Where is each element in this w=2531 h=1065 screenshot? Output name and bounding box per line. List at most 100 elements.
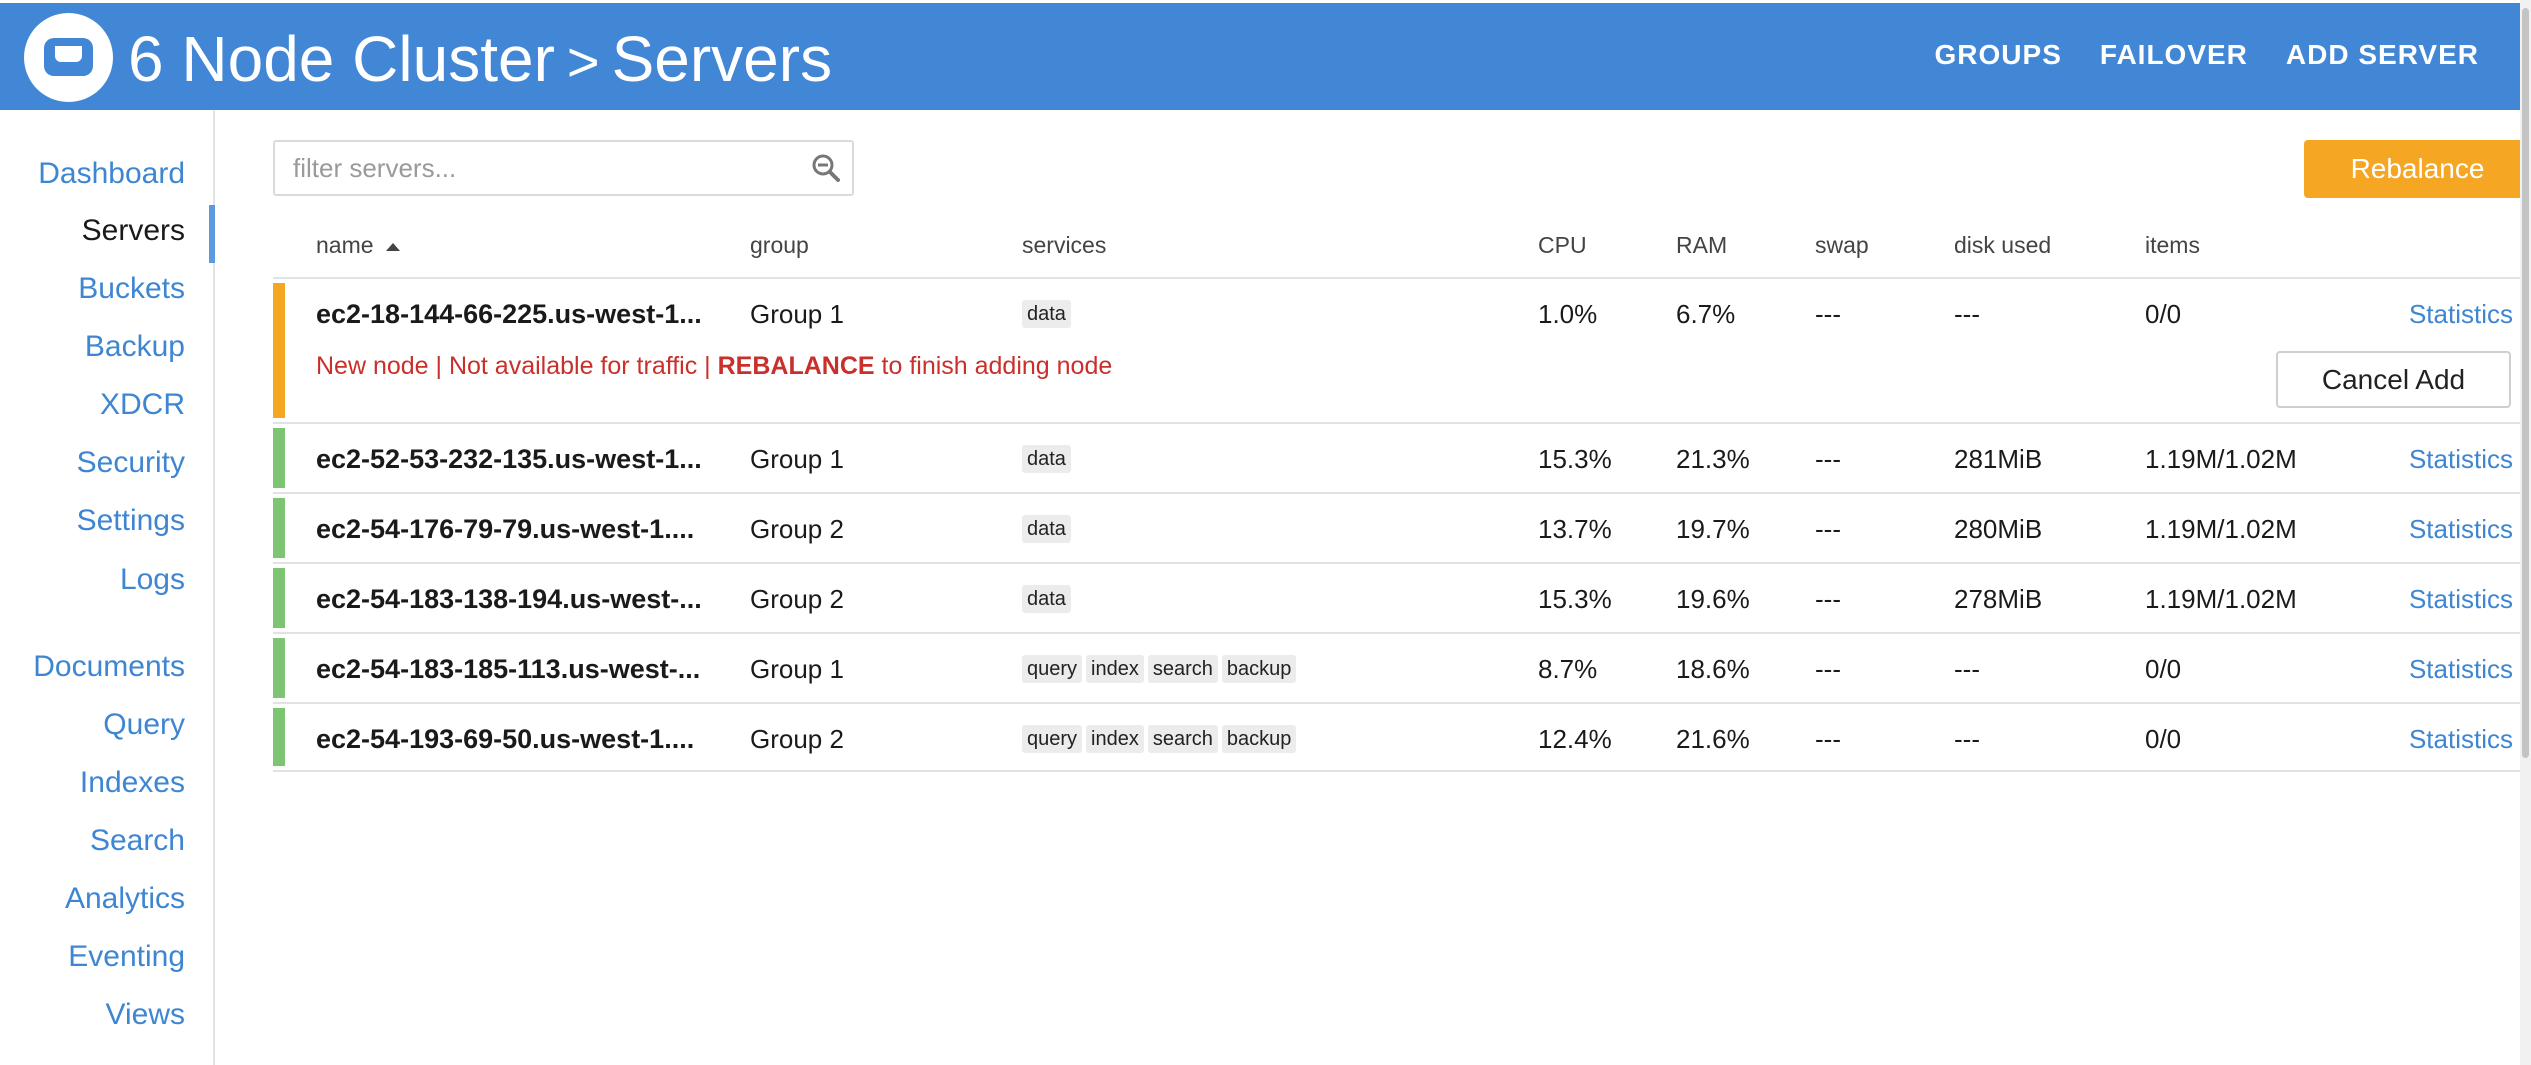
server-ram: 19.7%: [1676, 514, 1750, 544]
server-cpu: 1.0%: [1538, 299, 1598, 329]
sidebar-item-backup[interactable]: Backup: [85, 327, 185, 367]
server-row[interactable]: ec2-54-183-185-113.us-west-... Group 1 que…: [273, 632, 2531, 702]
groups-link[interactable]: GROUPS: [1935, 39, 2062, 71]
servers-table: ec2-18-144-66-225.us-west-1... Group 1 dat…: [273, 277, 2531, 772]
server-swap: ---: [1815, 654, 1841, 684]
sidebar-item-analytics[interactable]: Analytics: [65, 879, 185, 919]
server-ram: 19.6%: [1676, 584, 1750, 614]
node-status-bar: [273, 638, 285, 698]
server-items: 0/0: [2145, 654, 2182, 684]
statistics-link[interactable]: Statistics: [2409, 564, 2513, 634]
warning-text: New node | Not available for traffic |: [316, 352, 718, 380]
top-header: 6 Node Cluster > Servers GROUPS FAILOVER A…: [0, 3, 2531, 110]
service-badge: search: [1147, 655, 1218, 683]
search-icon[interactable]: [810, 152, 842, 189]
server-name[interactable]: ec2-54-183-138-194.us-west-...: [316, 564, 702, 634]
server-row[interactable]: ec2-54-193-69-50.us-west-1.... Group 2 que…: [273, 702, 2531, 772]
warning-rebalance-keyword: REBALANCE: [717, 352, 875, 380]
server-services: data: [1022, 279, 1071, 349]
server-items: 0/0: [2145, 299, 2182, 329]
service-badge: index: [1086, 725, 1144, 753]
server-swap: ---: [1815, 444, 1841, 474]
server-cpu: 8.7%: [1538, 654, 1598, 684]
server-items: 1.19M/1.02M: [2145, 444, 2297, 474]
server-name[interactable]: ec2-18-144-66-225.us-west-1...: [316, 279, 702, 349]
pending-node-warning: New node | Not available for traffic | R…: [316, 352, 1112, 381]
server-services: query index search backup: [1022, 704, 1297, 774]
statistics-link[interactable]: Statistics: [2409, 704, 2513, 774]
couchbase-logo-icon[interactable]: [24, 13, 113, 102]
breadcrumb-separator: >: [566, 30, 600, 93]
server-ram: 18.6%: [1676, 654, 1750, 684]
service-badge: data: [1022, 300, 1071, 328]
service-badge: data: [1022, 585, 1071, 613]
sidebar-item-dashboard[interactable]: Dashboard: [38, 154, 185, 194]
server-row[interactable]: ec2-54-183-138-194.us-west-... Group 2 dat…: [273, 562, 2531, 632]
server-name[interactable]: ec2-54-183-185-113.us-west-...: [316, 634, 700, 704]
service-badge: index: [1086, 655, 1144, 683]
filter-box: [273, 140, 854, 196]
column-header-items[interactable]: items: [2145, 230, 2200, 260]
sidebar-item-query[interactable]: Query: [103, 705, 185, 745]
column-header-ram[interactable]: RAM: [1676, 230, 1727, 260]
server-name[interactable]: ec2-54-176-79-79.us-west-1....: [316, 494, 694, 564]
column-header-disk-used[interactable]: disk used: [1954, 230, 2051, 260]
server-group: Group 1: [750, 654, 844, 684]
server-items: 1.19M/1.02M: [2145, 584, 2297, 614]
server-disk-used: ---: [1954, 654, 1980, 684]
sidebar-item-views[interactable]: Views: [106, 995, 185, 1035]
server-disk-used: ---: [1954, 724, 1980, 754]
server-services: data: [1022, 564, 1071, 634]
filter-servers-input[interactable]: [291, 142, 795, 194]
column-header-swap[interactable]: swap: [1815, 230, 1869, 260]
server-row[interactable]: ec2-52-53-232-135.us-west-1... Group 1 dat…: [273, 422, 2531, 492]
statistics-link[interactable]: Statistics: [2409, 424, 2513, 494]
cancel-add-button[interactable]: Cancel Add: [2276, 351, 2511, 408]
server-name[interactable]: ec2-52-53-232-135.us-west-1...: [316, 424, 702, 494]
sidebar-item-indexes[interactable]: Indexes: [80, 763, 185, 803]
breadcrumb: 6 Node Cluster > Servers: [128, 19, 832, 99]
sidebar-item-buckets[interactable]: Buckets: [78, 269, 185, 309]
column-header-cpu[interactable]: CPU: [1538, 230, 1587, 260]
sidebar-item-security[interactable]: Security: [77, 443, 185, 483]
sidebar-item-logs[interactable]: Logs: [120, 560, 185, 600]
server-swap: ---: [1815, 299, 1841, 329]
breadcrumb-cluster[interactable]: 6 Node Cluster: [128, 23, 555, 95]
server-items: 0/0: [2145, 724, 2182, 754]
statistics-link[interactable]: Statistics: [2409, 494, 2513, 564]
server-disk-used: ---: [1954, 299, 1980, 329]
server-services: query index search backup: [1022, 634, 1297, 704]
sidebar-item-search[interactable]: Search: [90, 821, 185, 861]
column-header-name[interactable]: name: [316, 230, 400, 260]
column-header-group[interactable]: group: [750, 230, 809, 260]
service-badge: query: [1022, 725, 1083, 753]
node-status-bar: [273, 708, 285, 766]
server-group: Group 2: [750, 514, 844, 544]
sidebar-item-xdcr[interactable]: XDCR: [100, 385, 185, 425]
node-status-bar: [273, 283, 285, 418]
rebalance-button[interactable]: Rebalance: [2304, 140, 2531, 198]
sidebar-item-settings[interactable]: Settings: [77, 501, 185, 541]
server-cpu: 12.4%: [1538, 724, 1612, 754]
sidebar-item-documents[interactable]: Documents: [33, 647, 185, 687]
server-services: data: [1022, 494, 1071, 564]
server-row[interactable]: ec2-18-144-66-225.us-west-1... Group 1 dat…: [273, 277, 2531, 422]
sidebar-item-eventing[interactable]: Eventing: [68, 937, 185, 977]
server-cpu: 13.7%: [1538, 514, 1612, 544]
server-disk-used: 278MiB: [1954, 584, 2043, 614]
server-group: Group 2: [750, 724, 844, 754]
failover-link[interactable]: FAILOVER: [2100, 39, 2248, 71]
service-badge: data: [1022, 515, 1071, 543]
statistics-link[interactable]: Statistics: [2409, 634, 2513, 704]
server-items: 1.19M/1.02M: [2145, 514, 2297, 544]
server-name[interactable]: ec2-54-193-69-50.us-west-1....: [316, 704, 694, 774]
server-ram: 21.6%: [1676, 724, 1750, 754]
statistics-link[interactable]: Statistics: [2409, 279, 2513, 349]
scrollbar-thumb[interactable]: [2522, 8, 2529, 758]
add-server-link[interactable]: ADD SERVER: [2286, 39, 2479, 71]
server-row[interactable]: ec2-54-176-79-79.us-west-1.... Group 2 dat…: [273, 492, 2531, 562]
server-swap: ---: [1815, 724, 1841, 754]
sort-ascending-icon: [385, 242, 400, 251]
column-header-services[interactable]: services: [1022, 230, 1106, 260]
server-group: Group 1: [750, 299, 844, 329]
